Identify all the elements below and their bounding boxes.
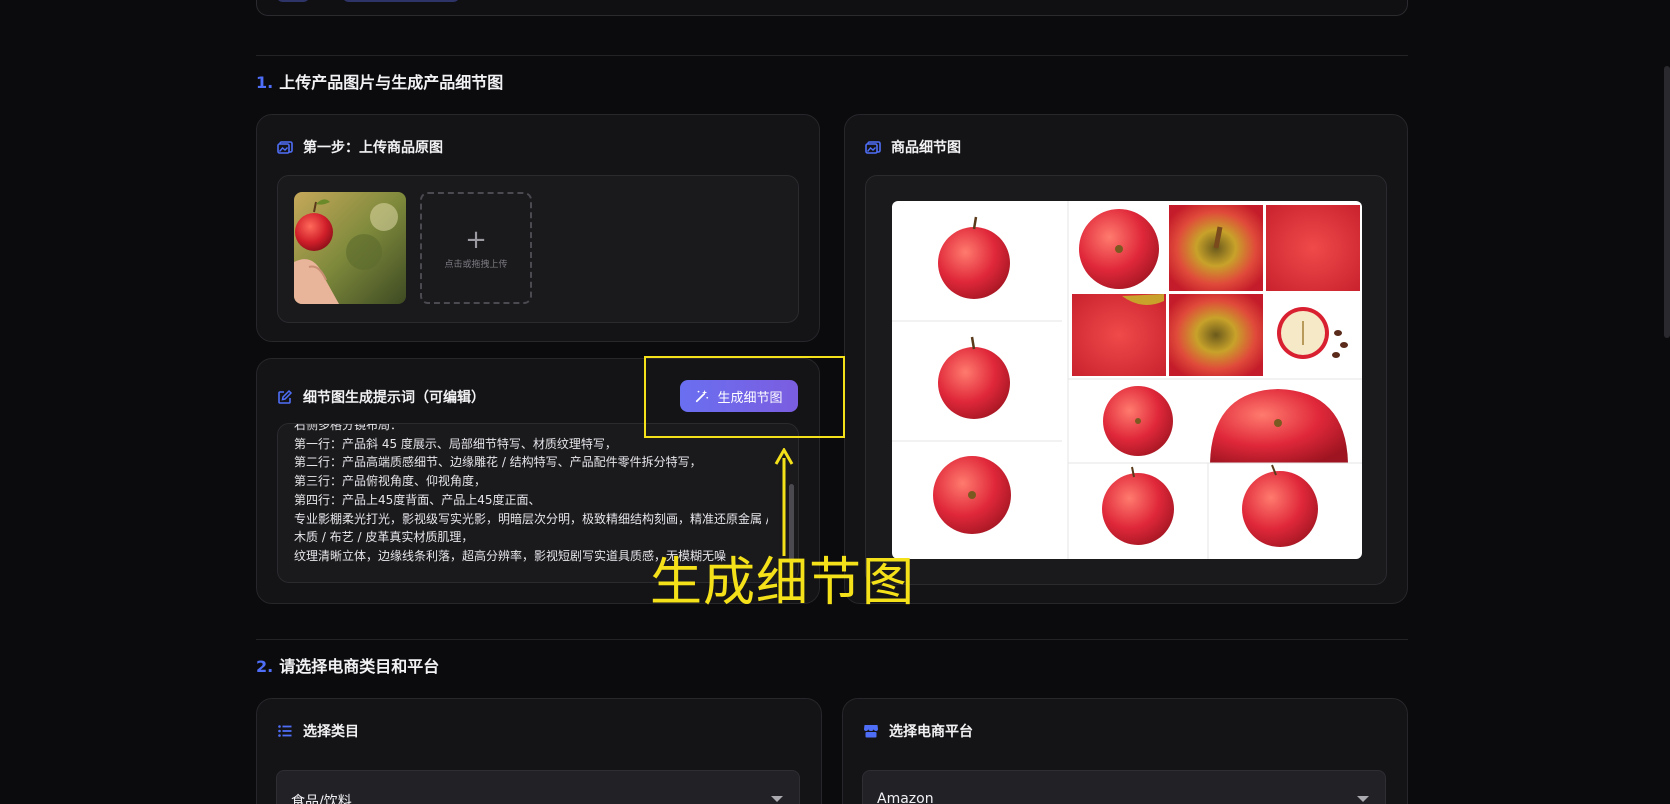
upload-dropzone[interactable]: + 点击或拖拽上传 xyxy=(420,192,532,304)
apple-in-hand-image xyxy=(294,192,406,304)
platform-select-value: Amazon xyxy=(877,791,934,804)
detail-card-title: 商品细节图 xyxy=(865,137,961,157)
upload-hint: 点击或拖拽上传 xyxy=(444,259,508,270)
upload-area: + 点击或拖拽上传 xyxy=(277,175,799,323)
top-toggle[interactable] xyxy=(276,0,310,2)
chevron-down-icon xyxy=(1357,796,1369,802)
section-2-number: 2. xyxy=(256,657,274,676)
section-2-title-text: 请选择电商类目和平台 xyxy=(279,657,440,676)
image-icon xyxy=(277,141,293,154)
prompt-card-title-text: 细节图生成提示词（可编辑） xyxy=(303,390,485,406)
prompt-card-title: 细节图生成提示词（可编辑） xyxy=(277,387,485,407)
generated-detail-grid-image[interactable] xyxy=(892,201,1362,559)
store-icon xyxy=(864,725,878,738)
chevron-down-icon xyxy=(771,796,783,802)
detail-image-frame xyxy=(865,175,1387,585)
image-icon xyxy=(865,141,881,154)
plus-icon: + xyxy=(465,224,487,255)
uploaded-product-thumbnail[interactable] xyxy=(294,192,406,304)
upload-card-title-text: 第一步：上传商品原图 xyxy=(303,140,443,156)
upload-card: 第一步：上传商品原图 + 点击或拖拽上传 xyxy=(256,114,820,342)
prompt-line: 专业影棚柔光打光，影视级写实光影，明暗层次分明，极致精细结构刻画，精准还原金属 … xyxy=(294,511,768,526)
annotation-highlight-box xyxy=(644,356,845,438)
upload-card-title: 第一步：上传商品原图 xyxy=(277,137,443,157)
top-pill-button[interactable] xyxy=(342,0,460,2)
platform-select[interactable]: Amazon xyxy=(862,770,1386,804)
platform-card-title-text: 选择电商平台 xyxy=(889,724,973,740)
platform-card-title: 选择电商平台 xyxy=(863,721,973,741)
prompt-line: 第二行：产品高端质感细节、边缘雕花 / 结构特写、产品配件零件拆分特写， xyxy=(294,455,702,470)
section-divider-2 xyxy=(256,639,1408,640)
category-card-title: 选择类目 xyxy=(277,721,359,741)
detail-card-title-text: 商品细节图 xyxy=(891,140,961,156)
detail-image-card: 商品细节图 xyxy=(844,114,1408,604)
section-2-title: 2. 请选择电商类目和平台 xyxy=(256,653,439,677)
section-1-title-text: 上传产品图片与生成产品细节图 xyxy=(279,73,504,92)
edit-icon xyxy=(278,389,293,404)
top-card xyxy=(256,0,1408,16)
prompt-line: 第四行：产品上45度背面、产品上45度正面、 xyxy=(294,492,541,507)
section-1-number: 1. xyxy=(256,73,274,92)
category-card-title-text: 选择类目 xyxy=(303,724,359,740)
section-1-title: 1. 上传产品图片与生成产品细节图 xyxy=(256,69,503,93)
section-divider xyxy=(256,55,1408,56)
annotation-label: 生成细节图 xyxy=(650,553,916,613)
category-select-value: 食品/饮料 xyxy=(291,794,352,804)
list-icon xyxy=(278,725,292,737)
page-scrollbar[interactable] xyxy=(1664,66,1670,338)
prompt-line: 第三行：产品俯视角度、仰视角度， xyxy=(294,474,487,489)
category-select[interactable]: 食品/饮料 xyxy=(276,770,800,804)
